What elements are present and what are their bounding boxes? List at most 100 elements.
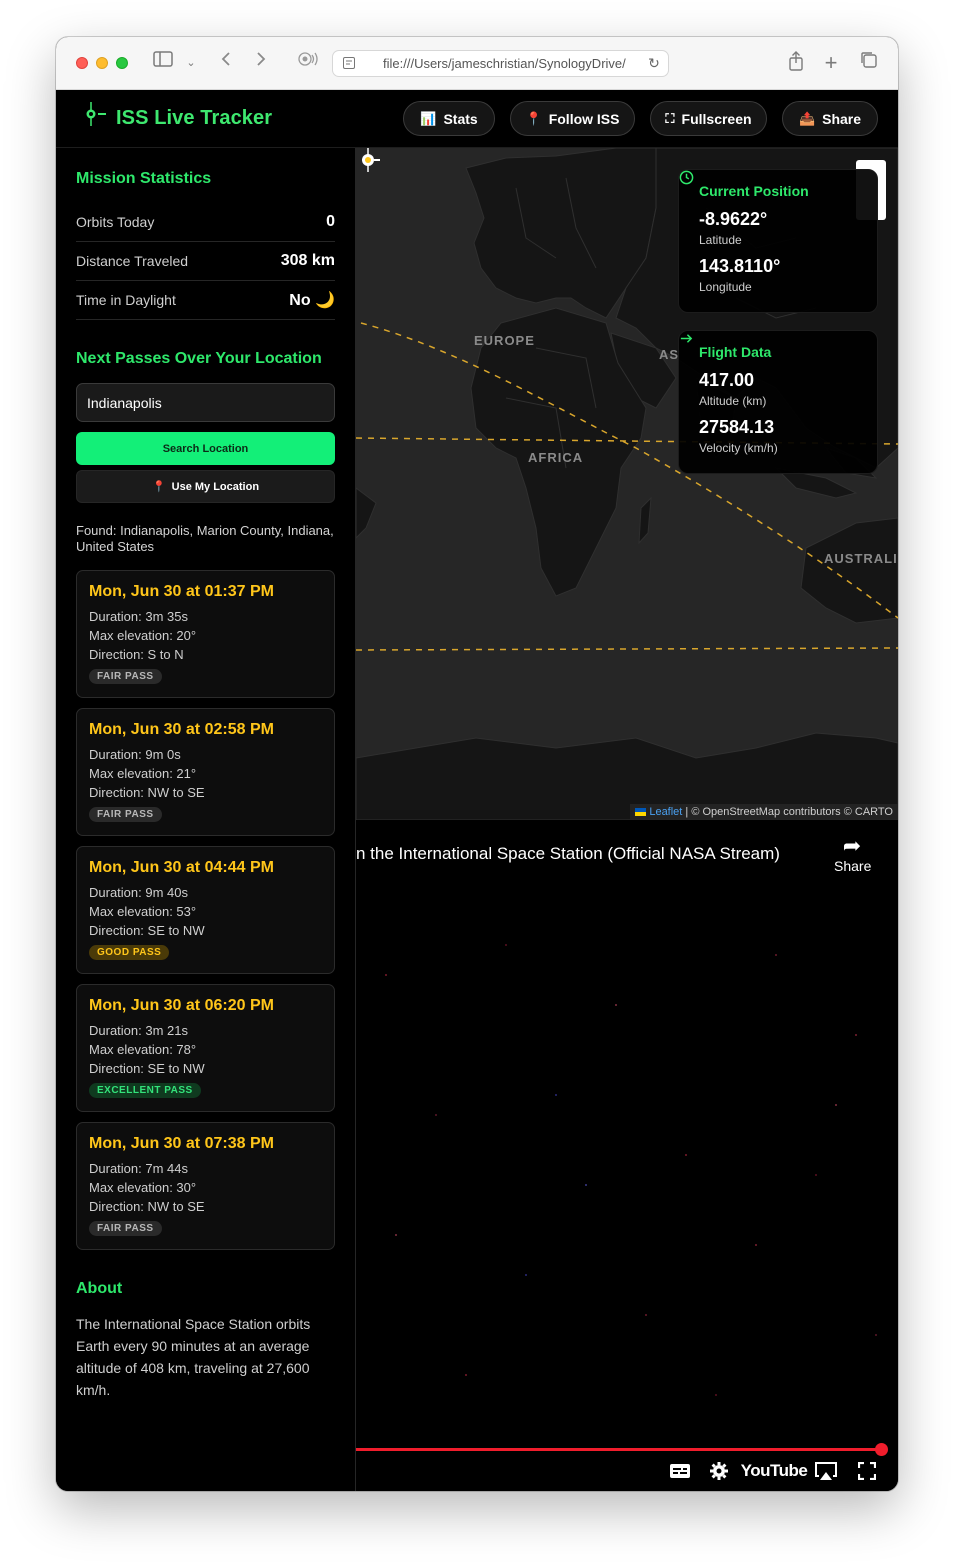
share-arrow-icon: ➦ <box>842 833 862 858</box>
pass-duration: Duration: 3m 35s <box>89 609 188 624</box>
page-icon <box>343 57 355 69</box>
current-position-card: Current Position -8.9622° Latitude 143.8… <box>678 169 878 313</box>
world-map[interactable]: EUROPE AS AFRICA AUSTRALI Current Positi… <box>356 148 898 820</box>
altitude-label: Altitude (km) <box>699 394 767 408</box>
new-tab-icon[interactable]: + <box>821 51 841 75</box>
pass-direction: Direction: SE to NW <box>89 923 205 938</box>
chart-icon: 📊 <box>420 110 437 126</box>
pass-quality-badge: FAIR PASS <box>89 807 162 822</box>
pass-elevation: Max elevation: 30° <box>89 1180 197 1195</box>
sidebar: Mission Statistics Orbits Today 0 Distan… <box>56 148 356 1491</box>
pass-elevation: Max elevation: 20° <box>89 628 197 643</box>
follow-iss-button-label: Follow ISS <box>548 110 620 127</box>
stats-button[interactable]: 📊 Stats <box>403 101 495 136</box>
next-passes-heading: Next Passes Over Your Location <box>76 350 322 367</box>
url-text: file:///Users/jameschristian/SynologyDri… <box>383 56 626 71</box>
stat-label: Orbits Today <box>76 214 155 230</box>
close-window-button[interactable] <box>76 57 88 69</box>
pass-duration: Duration: 9m 40s <box>89 885 188 900</box>
back-icon[interactable] <box>216 51 236 75</box>
sidebar-toggle-icon[interactable] <box>152 51 174 75</box>
zoom-window-button[interactable] <box>116 57 128 69</box>
forward-icon[interactable] <box>251 51 271 75</box>
pass-elevation: Max elevation: 53° <box>89 904 197 919</box>
stat-row-daylight: Time in Daylight No 🌙 <box>76 281 335 320</box>
address-bar[interactable]: file:///Users/jameschristian/SynologyDri… <box>332 50 669 77</box>
velocity-label: Velocity (km/h) <box>699 441 778 455</box>
pass-quality-badge: EXCELLENT PASS <box>89 1083 201 1098</box>
current-position-title: Current Position <box>699 183 809 199</box>
map-attribution: Leaflet | © OpenStreetMap contributors ©… <box>630 804 898 820</box>
pass-duration: Duration: 7m 44s <box>89 1161 188 1176</box>
flight-data-card: Flight Data 417.00 Altitude (km) 27584.1… <box>678 330 878 474</box>
video-fullscreen-icon[interactable] <box>856 1460 878 1482</box>
pass-time: Mon, Jun 30 at 06:20 PM <box>89 997 274 1014</box>
video-player[interactable]: n the International Space Station (Offic… <box>356 820 898 1491</box>
follow-iss-button[interactable]: 📍 Follow ISS <box>510 101 635 136</box>
pass-direction: Direction: SE to NW <box>89 1061 205 1076</box>
browser-window: ⌄ file:///Users/jameschristian/SynologyD… <box>56 37 898 1491</box>
pass-card: Mon, Jun 30 at 04:44 PM Duration: 9m 40s… <box>76 846 335 974</box>
pass-quality-badge: GOOD PASS <box>89 945 170 960</box>
altitude-value: 417.00 <box>699 370 755 390</box>
longitude-label: Longitude <box>699 280 752 294</box>
latitude-value: -8.9622° <box>699 209 768 229</box>
about-heading: About <box>76 1280 123 1297</box>
stat-label: Distance Traveled <box>76 253 189 269</box>
chevron-down-icon[interactable]: ⌄ <box>184 51 198 75</box>
search-location-button[interactable]: Search Location <box>76 432 335 465</box>
video-title[interactable]: n the International Space Station (Offic… <box>356 844 780 864</box>
stat-value: 308 km <box>280 252 335 269</box>
youtube-logo[interactable]: YouTube <box>741 1460 808 1482</box>
settings-gear-icon[interactable] <box>708 1460 730 1482</box>
use-my-location-button[interactable]: 📍 Use My Location <box>76 470 335 503</box>
pass-elevation: Max elevation: 21° <box>89 766 197 781</box>
stat-label: Time in Daylight <box>76 292 176 308</box>
stats-button-label: Stats <box>443 110 478 127</box>
stat-value: 0 <box>326 213 335 230</box>
stat-value: No 🌙 <box>289 292 335 309</box>
map-label-australia: AUSTRALI <box>824 551 898 566</box>
fullscreen-button[interactable]: ⛶ Fullscreen <box>650 101 767 136</box>
share-icon[interactable] <box>786 51 806 75</box>
subtitles-icon[interactable] <box>668 1460 692 1482</box>
tab-overview-icon[interactable] <box>859 51 879 75</box>
latitude-label: Latitude <box>699 233 742 247</box>
mission-statistics-heading: Mission Statistics <box>76 170 212 187</box>
arrow-right-icon <box>680 334 693 343</box>
pass-quality-badge: FAIR PASS <box>89 1221 162 1236</box>
map-label-africa: AFRICA <box>528 450 584 465</box>
reload-icon[interactable]: ↻ <box>646 51 662 76</box>
use-my-location-label: Use My Location <box>171 480 260 493</box>
video-share-button[interactable]: ➦ Share <box>834 833 872 875</box>
leaflet-link[interactable]: Leaflet <box>649 806 682 818</box>
stat-row-orbits: Orbits Today 0 <box>76 203 335 242</box>
longitude-value: 143.8110° <box>699 256 781 276</box>
minimize-window-button[interactable] <box>96 57 108 69</box>
video-share-label: Share <box>834 858 872 874</box>
flight-data-title: Flight Data <box>699 344 772 360</box>
video-starfield <box>385 944 877 1396</box>
pass-duration: Duration: 9m 0s <box>89 747 181 762</box>
video-progress-handle[interactable] <box>875 1443 888 1456</box>
clock-icon <box>679 170 694 185</box>
pass-duration: Duration: 3m 21s <box>89 1023 188 1038</box>
location-input[interactable] <box>76 383 335 422</box>
map-label-asia: AS <box>659 347 680 362</box>
attribution-text: | © OpenStreetMap contributors © CARTO <box>682 806 893 818</box>
browser-toolbar: ⌄ file:///Users/jameschristian/SynologyD… <box>56 37 898 90</box>
share-button[interactable]: 📤 Share <box>782 101 878 136</box>
privacy-report-icon[interactable] <box>296 51 320 75</box>
velocity-value: 27584.13 <box>699 417 775 437</box>
pass-time: Mon, Jun 30 at 02:58 PM <box>89 721 274 738</box>
ukraine-flag-icon <box>635 808 647 817</box>
iss-marker-icon[interactable] <box>356 148 380 172</box>
airplay-icon[interactable] <box>813 1460 839 1482</box>
pin-icon: 📍 <box>151 481 166 493</box>
pass-card: Mon, Jun 30 at 01:37 PM Duration: 3m 35s… <box>76 570 335 698</box>
pass-time: Mon, Jun 30 at 07:38 PM <box>89 1135 274 1152</box>
stat-row-distance: Distance Traveled 308 km <box>76 242 335 281</box>
pass-direction: Direction: NW to SE <box>89 785 205 800</box>
video-progress-bar[interactable] <box>356 1448 881 1451</box>
pin-icon: 📍 <box>525 110 542 126</box>
